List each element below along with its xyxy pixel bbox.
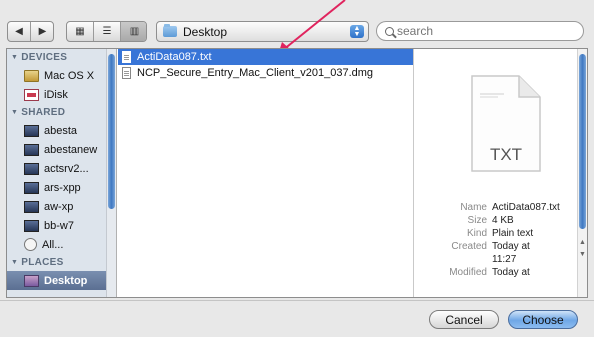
created-key-spacer [421,253,492,266]
kind-key: Kind [466,228,487,239]
column-view-button[interactable]: ▥ [121,22,146,41]
forward-button[interactable]: ▶ [31,22,53,41]
sidebar-scroll-thumb[interactable] [108,54,115,209]
scroll-down-icon[interactable]: ▼ [579,251,586,258]
kind-value: Plain text [492,228,534,239]
size-value: 4 KB [492,215,514,226]
choose-button[interactable]: Choose [508,310,578,329]
sidebar-section-devices[interactable]: ▼ DEVICES [7,49,116,66]
network-globe-icon [24,238,37,251]
name-key: Name [460,202,487,213]
sidebar-item-label: actsrv2... [44,162,89,175]
idisk-icon [24,88,39,101]
search-field [376,21,584,41]
network-computer-icon [24,200,39,213]
disk-image-icon [122,67,131,79]
location-popup[interactable]: Desktop ▲ ▼ [156,21,369,42]
cancel-button[interactable]: Cancel [429,310,499,329]
file-row[interactable]: ActiData087.txt [118,49,413,65]
preview-scrollbar[interactable]: ▲ ▼ [577,49,587,297]
sidebar-item-label: iDisk [44,88,68,101]
sidebar-section-shared[interactable]: ▼ SHARED [7,104,116,121]
view-mode-selector: ▦ ☰ ▥ [66,21,147,42]
forward-icon: ▶ [38,26,47,37]
sidebar-item-label: Mac OS X [44,69,95,82]
section-label: DEVICES [21,52,68,63]
list-view-icon: ☰ [102,26,112,37]
back-button[interactable]: ◀ [8,22,31,41]
text-document-icon [122,51,131,63]
disclosure-triangle-icon: ▼ [11,109,19,116]
icon-view-button[interactable]: ▦ [67,22,94,41]
sidebar-item-aw-xp[interactable]: aw-xp [7,197,116,216]
column-view-icon: ▥ [129,26,140,37]
section-label: SHARED [21,107,66,118]
sidebar-item-label: abesta [44,124,78,137]
sidebar-item-desktop[interactable]: Desktop [7,271,116,290]
desktop-icon [24,274,39,287]
scroll-up-icon[interactable]: ▲ [579,239,586,246]
file-name: ActiData087.txt [137,51,212,63]
search-input[interactable] [397,24,567,38]
sidebar-item-idisk[interactable]: iDisk [7,85,116,104]
sidebar-item-label: Desktop [44,274,88,287]
sidebar-item-label: abestanew [44,143,98,156]
network-computer-icon [24,181,39,194]
disclosure-triangle-icon: ▼ [11,54,19,61]
hard-drive-icon [24,69,39,82]
modified-key: Modified [449,267,487,278]
sidebar-item-ars-xpp[interactable]: ars-xpp [7,178,116,197]
preview-pane: TXT Name ActiData087.txt Size 4 KB Kind Pla… [415,49,587,297]
folder-icon [163,24,177,37]
popup-arrows-icon: ▲ ▼ [350,25,364,38]
section-label: PLACES [21,257,64,268]
location-label: Desktop [183,24,228,39]
sidebar: ▼ DEVICES Mac OS X iDisk ▼ SHARED abesta [7,49,117,297]
list-view-button[interactable]: ☰ [94,22,121,41]
file-row[interactable]: NCP_Secure_Entry_Mac_Client_v201_037.dmg [118,65,413,81]
search-icon [385,26,394,36]
sidebar-item-label: All... [42,238,64,251]
toolbar: ◀ ▶ ▦ ☰ ▥ Desktop ▲ ▼ [0,0,594,44]
created-key: Created [451,241,487,252]
txt-file-preview-icon: TXT [471,75,541,172]
size-key: Size [467,215,487,226]
disclosure-triangle-icon: ▼ [11,259,19,266]
open-file-dialog: ◀ ▶ ▦ ☰ ▥ Desktop ▲▼ ▼ DEVICES [0,0,594,337]
file-browser: ▼ DEVICES Mac OS X iDisk ▼ SHARED abesta [6,48,588,298]
modified-value: Today at [492,267,530,278]
file-info: Name ActiData087.txt Size 4 KB Kind Plain t… [421,201,577,279]
sidebar-scrollbar[interactable] [106,49,116,297]
network-computer-icon [24,219,39,232]
sidebar-item-abesta[interactable]: abesta [7,121,116,140]
icon-view-icon: ▦ [75,26,85,37]
name-value: ActiData087.txt [492,202,560,213]
sidebar-item-label: bb-w7 [44,219,74,232]
network-computer-icon [24,124,39,137]
network-computer-icon [24,143,39,156]
sidebar-section-places[interactable]: ▼ PLACES [7,254,116,271]
sidebar-item-label: ars-xpp [44,181,81,194]
sidebar-item-bb-w7[interactable]: bb-w7 [7,216,116,235]
dialog-footer: Cancel Choose [0,300,594,337]
sidebar-item-abestanew[interactable]: abestanew [7,140,116,159]
created-value: Today at [492,241,530,252]
nav-buttons: ◀ ▶ [7,21,54,42]
file-name: NCP_Secure_Entry_Mac_Client_v201_037.dmg [137,67,374,79]
sidebar-item-all[interactable]: All... [7,235,116,254]
sidebar-item-mac-os-x[interactable]: Mac OS X [7,66,116,85]
file-type-label: TXT [490,145,522,164]
sidebar-item-actsrv2[interactable]: actsrv2... [7,159,116,178]
network-computer-icon [24,162,39,175]
created-time-value: 11:27 [492,254,517,265]
sidebar-item-label: aw-xp [44,200,74,213]
file-column: ActiData087.txt NCP_Secure_Entry_Mac_Cli… [118,49,419,297]
preview-scroll-thumb[interactable] [579,54,586,229]
back-icon: ◀ [15,26,23,37]
